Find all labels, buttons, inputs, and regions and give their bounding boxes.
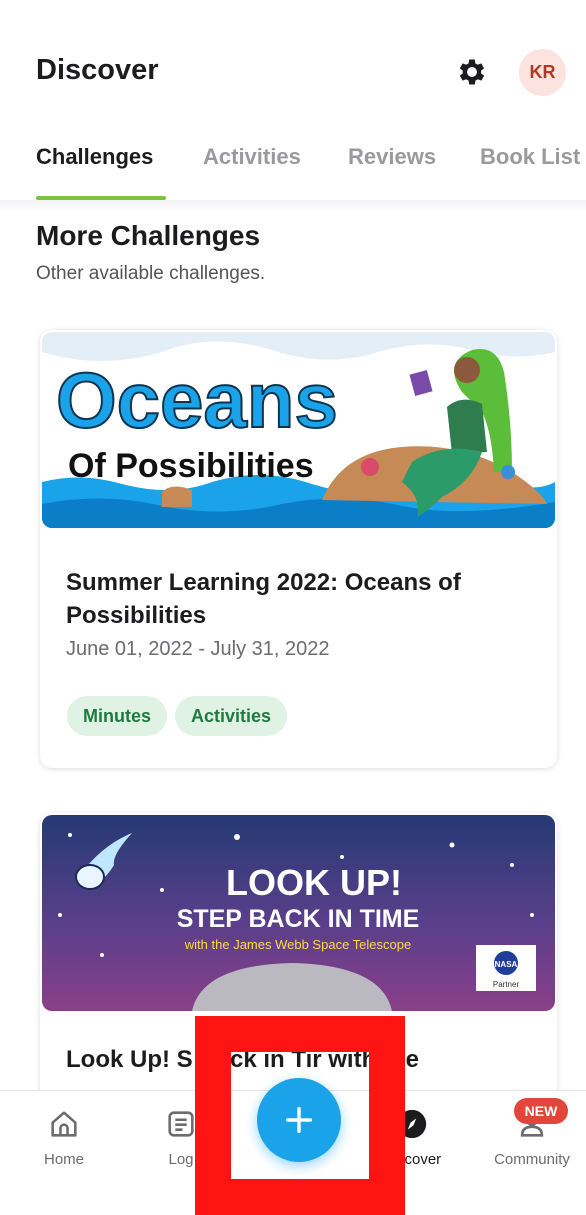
section-subtitle: Other available challenges. <box>36 263 266 284</box>
home-icon <box>14 1101 114 1147</box>
challenge-banner-oceans: Oceans Of Possibilities <box>42 332 555 528</box>
challenge-card[interactable]: Oceans Of Possibilities Summer Learning … <box>40 330 557 768</box>
nav-label-home: Home <box>43 1151 84 1168</box>
tag-activities: Activities <box>175 696 288 736</box>
page-title: Discover <box>36 54 159 86</box>
banner-subheadline: STEP BACK IN TIME <box>177 905 420 933</box>
new-badge: NEW <box>514 1098 568 1124</box>
tab-challenges[interactable]: Challenges <box>36 144 153 170</box>
nav-home[interactable]: Home <box>14 1101 114 1168</box>
tab-reviews[interactable]: Reviews <box>348 144 436 170</box>
tag-minutes: Minutes <box>67 696 168 736</box>
section-title: More Challenges <box>36 220 261 251</box>
banner-headline: LOOK UP! <box>226 862 402 903</box>
banner-subtitle-text: Of Possibilities <box>68 447 314 485</box>
tab-bar: Challenges Activities Reviews Book List <box>0 130 586 202</box>
header: Discover KR <box>0 0 586 120</box>
challenge-dates: June 01, 2022 - July 31, 2022 <box>66 638 330 660</box>
challenge-tags: Minutes Activities <box>67 696 288 736</box>
redaction-box <box>195 1016 405 1215</box>
partner-label: Partner <box>493 980 520 989</box>
challenge-banner-look-up: LOOK UP! STEP BACK IN TIME with the Jame… <box>42 815 555 1011</box>
tab-book-list[interactable]: Book List <box>480 144 580 170</box>
nasa-logo: NASA <box>495 960 518 969</box>
tab-activities[interactable]: Activities <box>203 144 301 170</box>
nav-label-community: Community <box>494 1151 570 1168</box>
challenge-title: Summer Learning 2022: Oceans of Possibil… <box>66 569 461 629</box>
banner-title-text: Oceans <box>56 356 338 444</box>
avatar[interactable]: KR <box>519 49 566 96</box>
gear-icon[interactable] <box>452 52 492 92</box>
banner-tagline: with the James Webb Space Telescope <box>184 937 411 952</box>
tab-divider <box>0 200 586 212</box>
